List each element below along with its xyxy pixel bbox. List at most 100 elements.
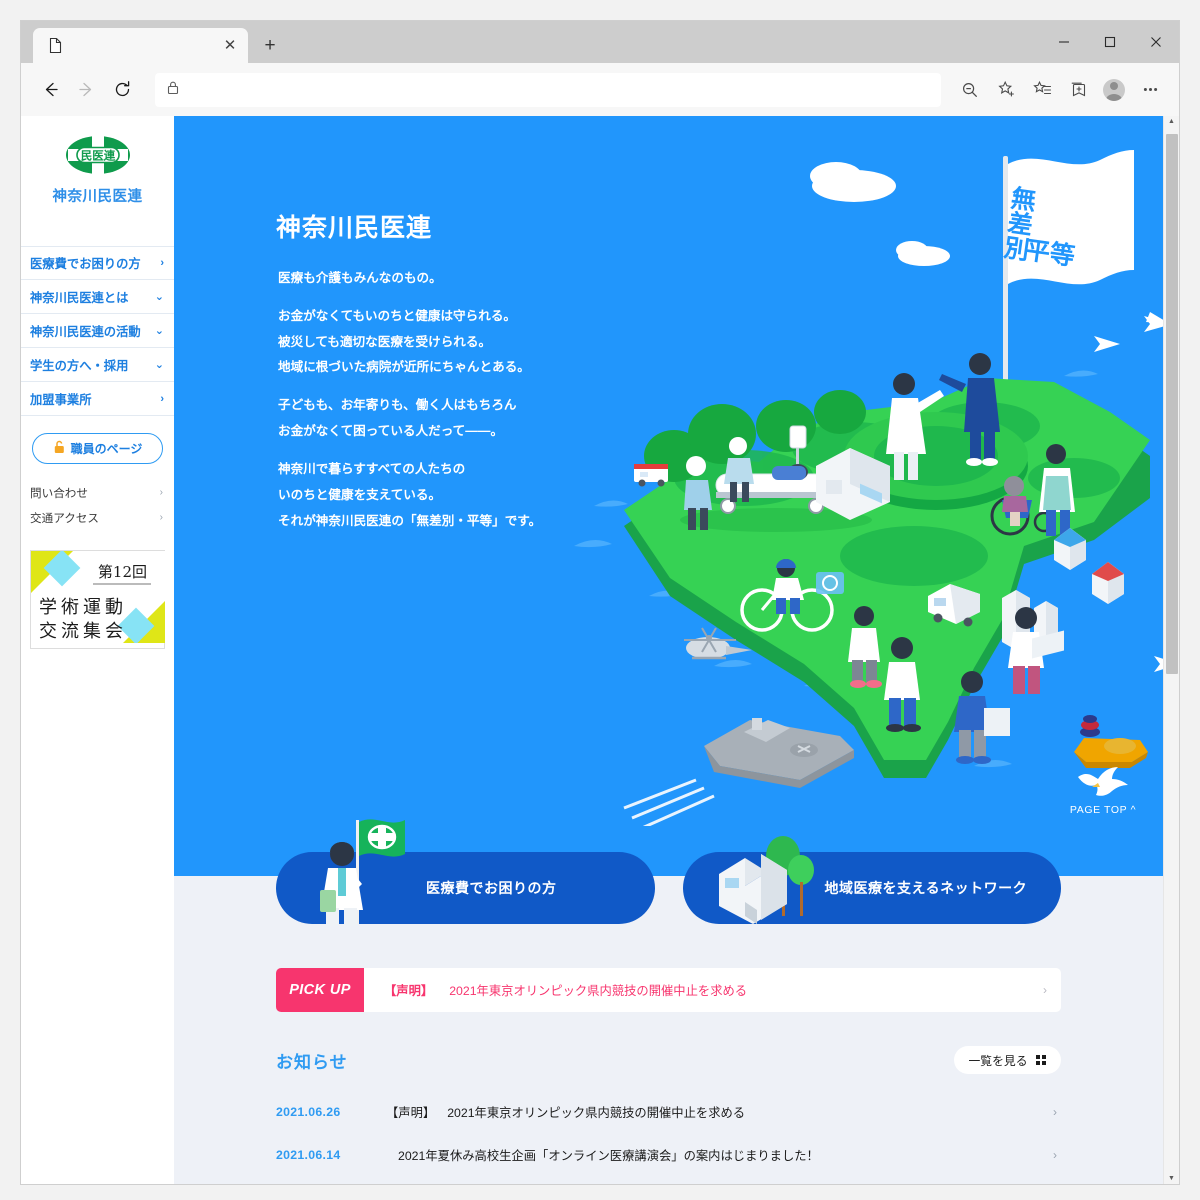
hero-paragraph-3: 子どもも、お年寄りも、働く人はもちろん お金がなくて困っている人だって——。: [278, 398, 517, 439]
nav-label: 医療費でお困りの方: [30, 257, 141, 271]
cta-medical-cost[interactable]: 医療費でお困りの方: [276, 819, 655, 926]
favorites-list-icon[interactable]: [1025, 73, 1059, 107]
sidebar-item-contact[interactable]: 問い合わせ ›: [21, 480, 174, 505]
scroll-down-arrow-icon[interactable]: ▼: [1168, 1175, 1175, 1182]
favorite-star-icon[interactable]: [989, 73, 1023, 107]
news-row[interactable]: 2021.03.15 ホームページが新しくなりました ›: [276, 1176, 1061, 1184]
news-row[interactable]: 2021.06.14 2021年夏休み高校生企画「オンライン医療講演会」の案内は…: [276, 1133, 1061, 1176]
pickup-banner[interactable]: PICK UP 【声明】 2021年東京オリンピック県内競技の開催中止を求める …: [276, 968, 1061, 1012]
sidebar-item-students-recruit[interactable]: 学生の方へ・採用 ⌄: [21, 348, 174, 382]
sidebar-sub-links: 問い合わせ › 交通アクセス ›: [21, 480, 174, 530]
web-page: 民医連 神奈川民医連 医療費でお困りの方 › 神奈川民医連とは ⌄ 神奈川民医連…: [21, 116, 1163, 1184]
nav-label: 加盟事業所: [30, 392, 92, 407]
staff-page-button[interactable]: 職員のページ: [32, 433, 163, 464]
reload-button[interactable]: [105, 73, 139, 107]
chevron-right-icon: ›: [1043, 983, 1047, 997]
settings-more-icon[interactable]: [1133, 73, 1167, 107]
news-date: 2021.06.14: [276, 1147, 341, 1162]
sub-label: 問い合わせ: [30, 486, 88, 500]
close-icon[interactable]: ✕: [220, 36, 240, 56]
window-controls: [1041, 21, 1179, 63]
cta-section: 医療費でお困りの方 地域医療を支えるネットワーク: [174, 819, 1163, 944]
main-navigation: 医療費でお困りの方 › 神奈川民医連とは ⌄ 神奈川民医連の活動 ⌄ 学生の方へ…: [21, 246, 174, 416]
chevron-right-icon: ›: [160, 392, 164, 405]
pickup-category: 【声明】: [384, 984, 434, 998]
chevron-right-icon: ›: [159, 487, 163, 498]
staff-page-button-wrap: 職員のページ: [21, 416, 174, 464]
news-title: 2021年東京オリンピック県内競技の開催中止を求める: [447, 1105, 746, 1120]
news-title: 2021年夏休み高校生企画「オンライン医療講演会」の案内はじまりました！: [398, 1148, 819, 1163]
scroll-up-arrow-icon[interactable]: ▲: [1168, 118, 1175, 125]
close-window-button[interactable]: [1133, 21, 1179, 63]
kanagawa-isometric-illustration: 無差別 平等: [574, 150, 1163, 826]
address-bar[interactable]: [155, 72, 941, 107]
news-category: 【声明】: [386, 1105, 436, 1120]
site-name: 神奈川民医連: [52, 189, 143, 205]
hero-paragraph-2: お金がなくてもいのちと健康は守られる。 被災しても適切な医療を受けられる。 地域に根…: [278, 308, 530, 375]
svg-text:民医連: 民医連: [80, 149, 115, 163]
minimize-button[interactable]: [1041, 21, 1087, 63]
chevron-down-icon: ⌄: [154, 359, 164, 371]
page-top-button[interactable]: PAGE TOP ^: [1057, 763, 1149, 816]
document-icon: [47, 37, 64, 54]
news-list: 2021.06.26 【声明】 2021年東京オリンピック県内競技の開催中止を求…: [276, 1090, 1061, 1184]
forward-button[interactable]: [69, 73, 103, 107]
sidebar-item-member-offices[interactable]: 加盟事業所 ›: [21, 382, 174, 416]
back-button[interactable]: [33, 73, 67, 107]
hero-section: 無差別 平等 神奈川民医連 医療も介護もみんなのもの。 お金がなくてもいのちと健…: [174, 116, 1163, 834]
news-section: お知らせ 一覧を見る 2021.06.26 【声明】 2021年東京オリンピック…: [276, 1046, 1061, 1184]
hero-paragraph-4: 神奈川で暮らすすべての人たちの いのちと健康を支えている。 それが神奈川民医連の「無…: [278, 461, 542, 528]
browser-tab[interactable]: ✕: [33, 28, 248, 63]
nav-label: 神奈川民医連の活動: [30, 324, 141, 339]
nav-label: 学生の方へ・採用: [30, 358, 129, 373]
scrollbar-thumb[interactable]: [1166, 134, 1178, 674]
conference-banner[interactable]: 第12回 学術運動 交流集会: [30, 549, 165, 649]
lock-icon: [166, 80, 180, 100]
page-viewport: 民医連 神奈川民医連 医療費でお困りの方 › 神奈川民医連とは ⌄ 神奈川民医連…: [21, 116, 1179, 1184]
sidebar-item-medical-cost[interactable]: 医療費でお困りの方 ›: [21, 246, 174, 280]
avatar: [1103, 78, 1125, 101]
news-row[interactable]: 2021.06.26 【声明】 2021年東京オリンピック県内競技の開催中止を求…: [276, 1090, 1061, 1133]
cta-label: 医療費でお困りの方: [426, 880, 557, 896]
hero-title: 神奈川民医連: [276, 214, 433, 242]
page-content: 無差別 平等 神奈川民医連 医療も介護もみんなのもの。 お金がなくてもいのちと健…: [174, 116, 1163, 1184]
maximize-button[interactable]: [1087, 21, 1133, 63]
new-tab-button[interactable]: +: [254, 29, 286, 61]
sub-label: 交通アクセス: [30, 511, 99, 525]
cta-network[interactable]: 地域医療を支えるネットワーク: [682, 836, 1061, 924]
chevron-right-icon: ›: [1053, 1104, 1057, 1119]
sidebar-item-activities[interactable]: 神奈川民医連の活動 ⌄: [21, 314, 174, 348]
news-view-all-button[interactable]: 一覧を見る: [953, 1046, 1061, 1074]
site-logo[interactable]: 民医連 神奈川民医連: [21, 134, 174, 206]
sidebar-item-about[interactable]: 神奈川民医連とは ⌄: [21, 280, 174, 314]
nav-label: 神奈川民医連とは: [30, 290, 129, 305]
cta-label: 地域医療を支えるネットワーク: [824, 880, 1028, 896]
page-scrollbar[interactable]: ▲ ▼: [1163, 116, 1179, 1184]
svg-text:交流集会: 交流集会: [39, 621, 127, 642]
clinic-building-icon: [705, 824, 825, 934]
minirenko-logo-icon: 民医連: [65, 134, 131, 176]
news-heading: お知らせ: [276, 1052, 348, 1072]
pickup-tag: PICK UP: [276, 968, 364, 1012]
sidebar-item-access[interactable]: 交通アクセス ›: [21, 505, 174, 530]
chevron-right-icon: ›: [1053, 1147, 1057, 1162]
dot-grid-icon: [1035, 1054, 1046, 1066]
chevron-right-icon: ›: [159, 512, 163, 523]
svg-text:第12回: 第12回: [98, 563, 147, 581]
browser-title-bar: ✕ +: [21, 21, 1179, 63]
profile-avatar-icon[interactable]: [1097, 73, 1131, 107]
staff-page-label: 職員のページ: [70, 442, 143, 456]
chevron-down-icon: ⌄: [154, 291, 164, 303]
collections-icon[interactable]: [1061, 73, 1095, 107]
unlock-padlock-icon: [53, 440, 66, 457]
news-view-all-label: 一覧を見る: [968, 1053, 1028, 1068]
seagull-icon: [1074, 763, 1132, 802]
chevron-down-icon: ⌄: [154, 325, 164, 337]
svg-text:学術運動: 学術運動: [39, 597, 127, 618]
browser-window: ✕ + 民医連 神奈川民医連 医療費でお困りの方 › 神奈川民医連とは ⌄ 神奈…: [20, 20, 1180, 1185]
hero-copy: 医療も介護もみんなのもの。 お金がなくてもいのちと健康は守られる。 被災しても適切…: [278, 266, 541, 534]
doctor-with-flag-icon: [302, 818, 422, 928]
zoom-out-icon[interactable]: [953, 73, 987, 107]
page-top-label: PAGE TOP ^: [1069, 804, 1137, 816]
sidebar-banner-wrap: 第12回 学術運動 交流集会: [21, 530, 174, 649]
